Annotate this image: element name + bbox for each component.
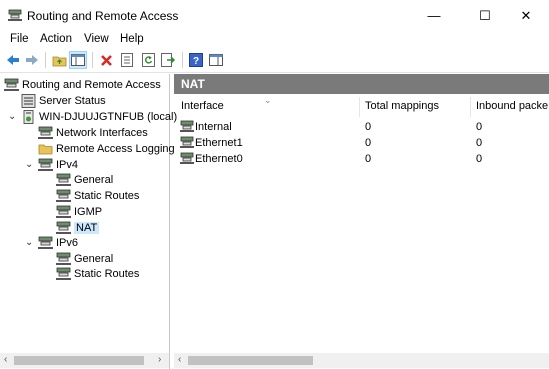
help-icon[interactable]: ? [188, 52, 204, 68]
tree-item-ipv6-general[interactable]: General [56, 251, 113, 267]
tree-item-ipv4-static-routes[interactable]: Static Routes [56, 188, 139, 204]
toolbar: ? [0, 49, 549, 73]
svg-text:?: ? [193, 56, 199, 67]
interface-icon [180, 120, 194, 132]
scrollbar-thumb[interactable] [188, 356, 313, 365]
tree-label-ipv4-static-routes: Static Routes [74, 190, 140, 202]
column-header-total-mappings[interactable]: Total mappings [365, 100, 439, 112]
minimize-button[interactable]: — [411, 0, 457, 31]
tree-label-server: WIN-DJUUJGTNFUB (local) [39, 111, 178, 123]
refresh-icon[interactable] [140, 52, 156, 68]
column-header-inbound-packets[interactable]: Inbound packe [476, 100, 548, 112]
show-action-pane-icon[interactable] [208, 52, 224, 68]
routing-icon [38, 236, 53, 249]
menu-file[interactable]: File [10, 33, 29, 45]
tree-label-remote-access-logging: Remote Access Logging [56, 143, 175, 155]
routing-icon [56, 221, 71, 234]
routing-icon [56, 173, 71, 186]
tree-horizontal-scrollbar[interactable]: ‹ › [0, 353, 169, 368]
title-bar: Routing and Remote Access — ☐ ✕ [0, 0, 549, 31]
properties-icon[interactable] [119, 52, 135, 68]
tree-item-ipv6[interactable]: IPv6 [38, 235, 78, 251]
back-arrow-icon[interactable] [5, 52, 21, 68]
routing-icon [56, 252, 71, 265]
scroll-right-icon[interactable]: › [158, 354, 161, 365]
tree-item-server[interactable]: WIN-DJUUJGTNFUB (local) [21, 109, 177, 125]
tree-item-ipv6-static-routes[interactable]: Static Routes [56, 266, 139, 282]
cell-inbound-packets: 0 [476, 121, 483, 133]
pane-header: NAT [174, 74, 549, 94]
tree-item-network-interfaces[interactable]: Network Interfaces [38, 125, 148, 141]
tree-item-ipv4[interactable]: IPv4 [38, 157, 78, 173]
tree-label-server-status: Server Status [39, 95, 106, 107]
routing-icon [56, 189, 71, 202]
menu-help[interactable]: Help [120, 33, 144, 45]
tree-label-ipv6-general: General [74, 253, 114, 265]
routing-icon [56, 205, 71, 218]
tree-label-ipv4-general: General [74, 174, 114, 186]
tree-item-root[interactable]: Routing and Remote Access [4, 77, 161, 93]
menu-action[interactable]: Action [40, 33, 72, 45]
forward-arrow-icon[interactable] [24, 52, 40, 68]
cell-inbound-packets: 0 [476, 137, 483, 149]
tree-label-ipv6-static-routes: Static Routes [74, 268, 140, 280]
scroll-left-icon[interactable]: ‹ [4, 354, 7, 365]
column-header-interface[interactable]: Interface [181, 100, 224, 112]
chevron-down-icon[interactable]: ⌄ [25, 159, 33, 170]
cell-total-mappings: 0 [365, 121, 372, 133]
export-list-icon[interactable] [160, 52, 176, 68]
tree-label-ipv6: IPv6 [56, 237, 79, 249]
folder-icon [38, 144, 53, 155]
chevron-down-icon[interactable]: ⌄ [8, 111, 16, 122]
menu-view[interactable]: View [84, 33, 109, 45]
interface-icon [180, 152, 194, 164]
menu-bar: File Action View Help [0, 31, 549, 49]
tree-label-ipv4-igmp: IGMP [74, 206, 103, 218]
cell-total-mappings: 0 [365, 137, 372, 149]
close-button[interactable]: ✕ [503, 0, 549, 31]
chevron-down-icon[interactable]: ⌄ [25, 237, 33, 248]
cell-interface: Internal [195, 121, 232, 133]
tree-label-network-interfaces: Network Interfaces [56, 127, 148, 139]
maximize-button[interactable]: ☐ [462, 0, 508, 31]
show-hide-console-tree-icon[interactable] [69, 51, 87, 69]
tree-item-ipv4-igmp[interactable]: IGMP [56, 204, 102, 220]
tree-label-root: Routing and Remote Access [22, 79, 161, 91]
tree-item-ipv4-general[interactable]: General [56, 172, 113, 188]
tree-item-ipv4-nat[interactable]: NAT [56, 220, 100, 236]
cell-inbound-packets: 0 [476, 153, 483, 165]
delete-icon[interactable] [98, 52, 114, 68]
routing-server-icon [8, 9, 22, 21]
pane-title: NAT [181, 77, 205, 91]
server-icon [23, 110, 34, 124]
console-tree: Routing and Remote Access Server Status … [0, 74, 177, 369]
scroll-left-icon[interactable]: ‹ [178, 354, 181, 365]
routing-icon [38, 158, 53, 171]
tree-label-ipv4-nat: NAT [74, 222, 100, 234]
sort-indicator-icon: ⌄ [264, 95, 272, 105]
tree-label-ipv4: IPv4 [56, 159, 79, 171]
interface-icon [180, 136, 194, 148]
server-status-icon [21, 94, 36, 108]
cell-total-mappings: 0 [365, 153, 372, 165]
details-pane: NAT ⌄ Interface Total mappings Inbound p… [174, 74, 549, 369]
window-title: Routing and Remote Access [27, 9, 179, 23]
cell-interface: Ethernet1 [195, 137, 243, 149]
routing-icon [56, 267, 71, 280]
tree-item-remote-access-logging[interactable]: Remote Access Logging [38, 141, 175, 157]
routing-server-icon [4, 78, 19, 91]
details-horizontal-scrollbar[interactable]: ‹ [174, 353, 549, 368]
cell-interface: Ethernet0 [195, 153, 243, 165]
scrollbar-thumb[interactable] [14, 356, 144, 365]
network-interfaces-icon [38, 126, 53, 139]
tree-item-server-status[interactable]: Server Status [21, 93, 106, 109]
up-folder-icon[interactable] [51, 52, 67, 68]
